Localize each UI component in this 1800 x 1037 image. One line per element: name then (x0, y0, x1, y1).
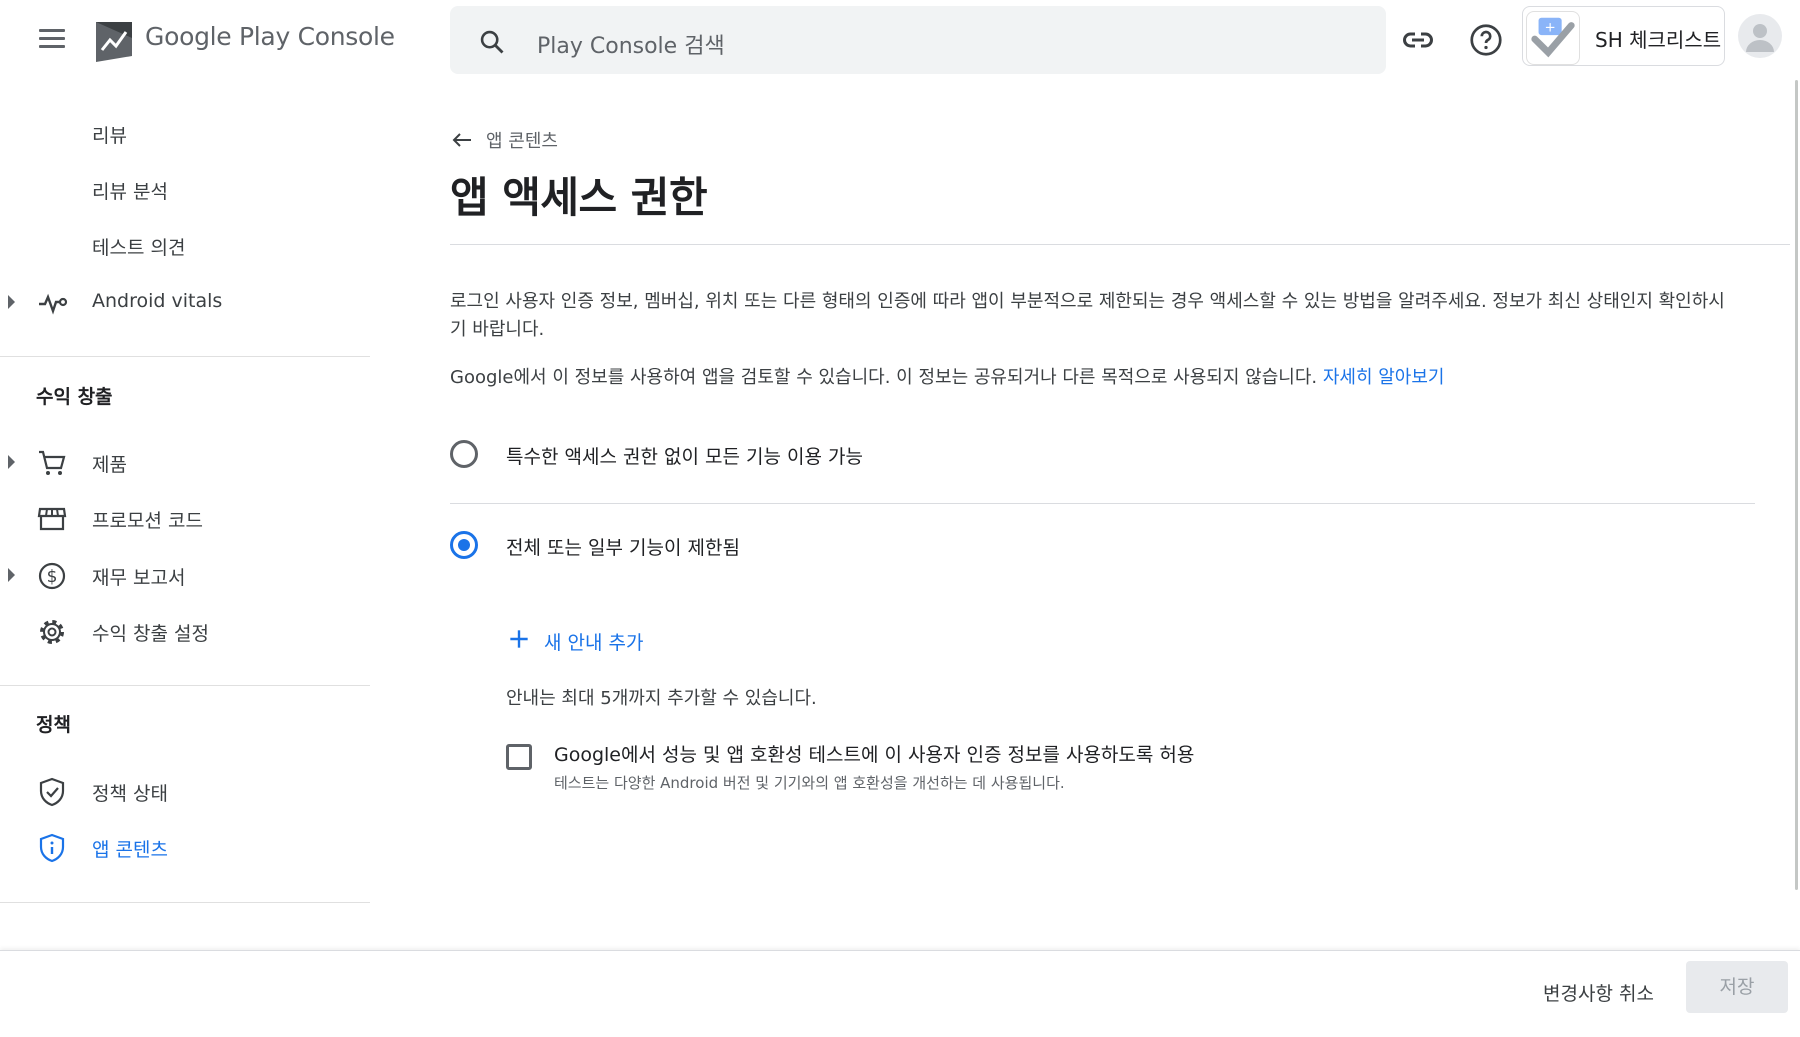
dollar-icon: $ (38, 562, 66, 590)
brand-play: Play (239, 22, 290, 51)
allow-testing-help: 테스트는 다양한 Android 버전 및 기기와의 앱 호환성을 개선하는 데… (554, 774, 1065, 792)
sidebar-item-android-vitals[interactable]: Android vitals (0, 277, 370, 327)
discard-changes-button[interactable]: 변경사항 취소 (1543, 979, 1654, 1006)
app-name: SH 체크리스트 (1595, 28, 1722, 52)
brand-google: Google (145, 22, 232, 51)
search-bar[interactable]: Play Console 검색 (450, 6, 1386, 74)
sidebar-item-label: 테스트 의견 (92, 237, 186, 259)
sidebar-item-app-content[interactable]: 앱 콘텐츠 (0, 822, 370, 872)
allow-testing-checkbox[interactable] (506, 744, 532, 770)
sidebar-item-testing-feedback[interactable]: 테스트 의견 (0, 220, 370, 270)
cart-icon (39, 450, 66, 475)
sidebar-item-label: 프로모션 코드 (92, 510, 203, 532)
sidebar-item-label: 리뷰 (92, 125, 127, 147)
option-restricted[interactable]: 전체 또는 일부 기능이 제한됨 (450, 525, 1450, 565)
sidebar-item-products[interactable]: 제품 (0, 437, 370, 487)
title-divider (450, 244, 1790, 245)
description-text: 로그인 사용자 인증 정보, 멤버십, 위치 또는 다른 형태의 인증에 따라 … (450, 291, 1725, 340)
brand-title[interactable]: Google Play Console (145, 22, 395, 51)
sidebar-nav: 리뷰 리뷰 분석 테스트 의견 Android vitals 수익 창출 제품 … (0, 80, 370, 950)
search-placeholder: Play Console 검색 (537, 34, 725, 59)
page-scrollbar[interactable] (1795, 80, 1798, 890)
back-link-label: 앱 콘텐츠 (486, 131, 558, 152)
bottom-action-bar: 변경사항 취소 저장 (0, 950, 1800, 1037)
brand-console: Console (297, 22, 395, 51)
avatar-icon (1746, 24, 1774, 52)
top-app-bar: Google Play Console Play Console 검색 + SH… (0, 0, 1800, 80)
shield-info-icon (39, 833, 65, 863)
sidebar-item-label: 리뷰 분석 (92, 181, 168, 203)
learn-more-link[interactable]: 자세히 알아보기 (1323, 367, 1445, 388)
play-console-logo (96, 22, 132, 62)
shield-check-icon (39, 777, 65, 807)
gear-icon (40, 620, 64, 644)
sidebar-item-label: 제품 (92, 454, 127, 476)
guide-limit-note: 안내는 최대 5개까지 추가할 수 있습니다. (506, 688, 817, 709)
option-label: 특수한 액세스 권한 없이 모든 기능 이용 가능 (506, 446, 863, 468)
main-content: 앱 콘텐츠 앱 액세스 권한 로그인 사용자 인증 정보, 멤버십, 위치 또는… (450, 80, 1790, 950)
svg-text:+: + (1544, 19, 1555, 35)
add-guide-label: 새 안내 추가 (544, 632, 644, 654)
sidebar-item-label: Android vitals (92, 290, 223, 312)
back-link[interactable]: 앱 콘텐츠 (450, 124, 570, 154)
section-title-policy: 정책 (36, 714, 71, 736)
radio-restricted[interactable] (450, 531, 478, 559)
plus-icon (510, 630, 528, 648)
sidebar-item-promo-codes[interactable]: 프로모션 코드 (0, 493, 370, 543)
sidebar-divider (0, 902, 370, 903)
sidebar-item-label: 재무 보고서 (92, 567, 186, 589)
add-guide-button[interactable]: 새 안내 추가 (506, 622, 666, 658)
vitals-icon (39, 293, 68, 315)
arrow-back-icon (452, 133, 471, 147)
sidebar-item-policy-status[interactable]: 정책 상태 (0, 766, 370, 816)
save-button[interactable]: 저장 (1686, 961, 1788, 1013)
review-info-text: Google에서 이 정보를 사용하여 앱을 검토할 수 있습니다. 이 정보는… (450, 364, 1740, 392)
sidebar-item-financial-reports[interactable]: $ 재무 보고서 (0, 550, 370, 600)
expand-caret-icon[interactable] (8, 455, 15, 469)
options-divider (450, 503, 1755, 504)
app-selector[interactable]: + SH 체크리스트 (1522, 6, 1725, 66)
sidebar-item-label: 정책 상태 (92, 783, 168, 805)
sidebar-divider (0, 685, 370, 686)
search-icon (480, 30, 504, 54)
sidebar-divider (0, 356, 370, 357)
allow-testing-label: Google에서 성능 및 앱 호환성 테스트에 이 사용자 인증 정보를 사용… (554, 744, 1195, 766)
sidebar-item-label: 수익 창출 설정 (92, 623, 209, 645)
svg-text:$: $ (47, 567, 58, 587)
page-title: 앱 액세스 권한 (450, 173, 708, 222)
store-icon (37, 507, 67, 531)
sidebar-item-label: 앱 콘텐츠 (92, 839, 168, 861)
review-info-body: Google에서 이 정보를 사용하여 앱을 검토할 수 있습니다. 이 정보는… (450, 367, 1318, 388)
link-icon[interactable] (1400, 22, 1436, 58)
menu-icon[interactable] (34, 24, 70, 56)
help-icon[interactable] (1468, 22, 1504, 58)
sidebar-item-monetization-setup[interactable]: 수익 창출 설정 (0, 606, 370, 656)
option-all-available[interactable]: 특수한 액세스 권한 없이 모든 기능 이용 가능 (450, 434, 1450, 474)
sidebar-item-review-analysis[interactable]: 리뷰 분석 (0, 164, 370, 214)
option-label: 전체 또는 일부 기능이 제한됨 (506, 537, 740, 559)
app-checklist-icon: + (1526, 11, 1580, 65)
radio-all-available[interactable] (450, 440, 478, 468)
section-title-monetize: 수익 창출 (36, 386, 113, 408)
account-avatar[interactable] (1738, 14, 1782, 58)
sidebar-item-reviews[interactable]: 리뷰 (0, 108, 370, 158)
expand-caret-icon[interactable] (8, 295, 15, 309)
expand-caret-icon[interactable] (8, 568, 15, 582)
